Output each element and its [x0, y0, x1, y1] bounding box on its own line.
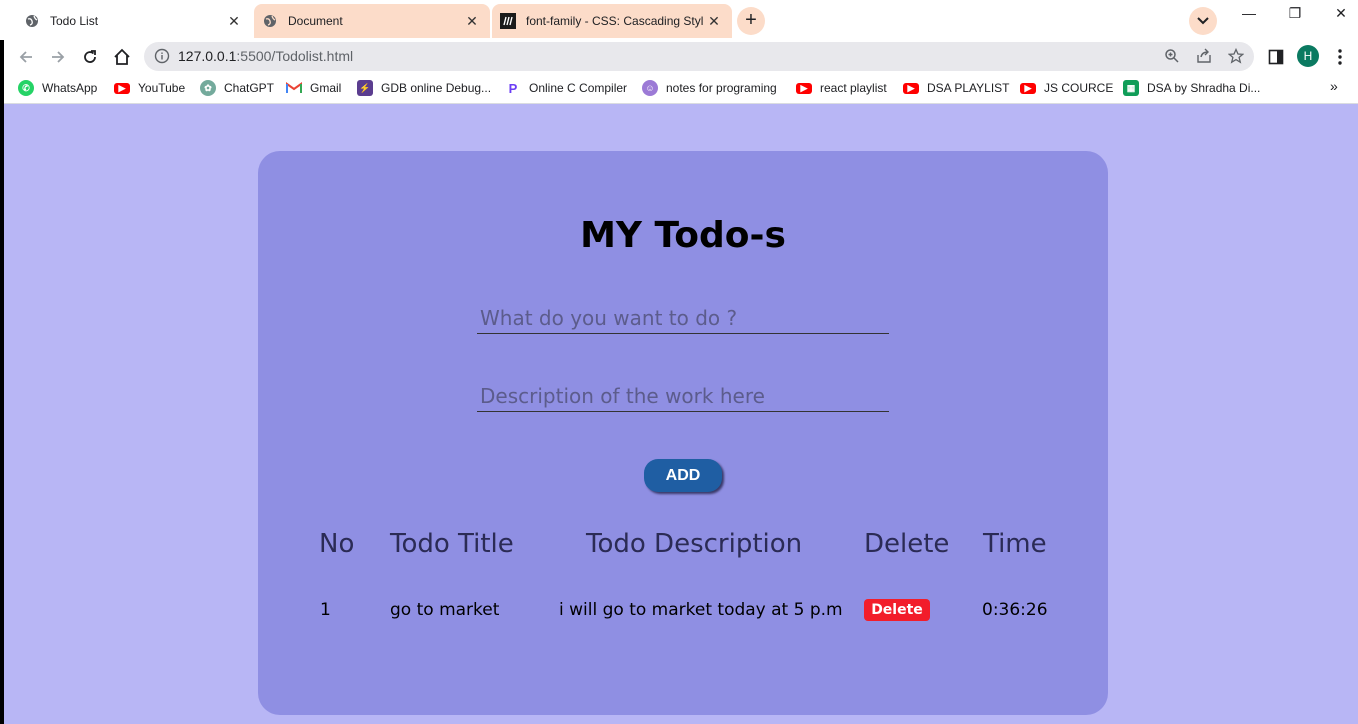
bookmark-label: JS COURCE: [1044, 81, 1114, 95]
row-description: i will go to market today at 5 p.m: [559, 600, 843, 620]
bookmark-chatgpt[interactable]: ✿ ChatGPT: [200, 80, 274, 96]
bookmark-label: notes for programing: [666, 81, 777, 95]
tab-font-family[interactable]: font-family - CSS: Cascading Styl ✕: [492, 4, 732, 38]
reload-icon: [84, 50, 96, 63]
url-text: 127.0.0.1:5500/Todolist.html: [178, 48, 353, 64]
column-header-delete: Delete: [864, 529, 950, 559]
forward-button[interactable]: [46, 45, 70, 69]
close-tab-icon[interactable]: ✕: [226, 13, 242, 29]
minimize-button[interactable]: —: [1226, 0, 1272, 28]
browser-toolbar: 127.0.0.1:5500/Todolist.html H: [0, 42, 1358, 72]
chatgpt-icon: ✿: [200, 80, 216, 96]
window-left-edge: [0, 40, 4, 724]
bookmark-label: DSA by Shradha Di...: [1147, 81, 1261, 95]
tab-todo-list[interactable]: Todo List ✕: [16, 4, 252, 38]
zoom-icon[interactable]: [1163, 47, 1181, 65]
url-host: 127.0.0.1: [178, 48, 237, 64]
programiz-icon: P: [508, 80, 518, 96]
column-header-description: Todo Description: [586, 529, 803, 559]
notes-avatar-icon: ☺: [642, 80, 658, 96]
bookmark-label: GDB online Debug...: [381, 81, 492, 95]
new-tab-button[interactable]: +: [737, 7, 765, 35]
bookmark-label: WhatsApp: [42, 81, 98, 95]
row-number: 1: [320, 600, 331, 620]
bookmark-label: Online C Compiler: [529, 81, 628, 95]
sheets-icon: ▦: [1123, 80, 1139, 96]
column-header-no: No: [319, 529, 355, 559]
arrow-right-icon: [52, 51, 65, 63]
youtube-icon: ▶: [903, 82, 919, 94]
reload-button[interactable]: [78, 45, 102, 69]
tab-strip: Todo List ✕ Document ✕ font-family - CSS…: [0, 0, 1358, 42]
chevron-down-icon: [1197, 17, 1209, 25]
tab-title: font-family - CSS: Cascading Styl: [526, 14, 704, 28]
tab-title: Document: [288, 14, 343, 28]
bookmark-label: Gmail: [310, 81, 342, 95]
mdn-icon: [500, 13, 516, 29]
bookmark-gdb[interactable]: ⚡ GDB online Debug...: [357, 80, 491, 96]
tab-document[interactable]: Document ✕: [254, 4, 490, 38]
bookmark-react-playlist[interactable]: ▶ react playlist: [796, 80, 887, 96]
youtube-icon: ▶: [1020, 82, 1036, 94]
todo-title-input[interactable]: [477, 302, 889, 334]
bookmark-notes[interactable]: ☺ notes for programing: [642, 80, 777, 96]
tab-title: Todo List: [50, 14, 99, 28]
globe-icon: [24, 13, 40, 29]
more-bookmarks-icon[interactable]: »: [1330, 78, 1338, 94]
url-path: :5500/Todolist.html: [236, 48, 354, 64]
bookmark-label: YouTube: [138, 81, 186, 95]
add-button[interactable]: ADD: [644, 459, 722, 492]
gdb-icon: ⚡: [357, 80, 373, 96]
profile-avatar[interactable]: H: [1297, 45, 1319, 67]
youtube-icon: ▶: [796, 82, 812, 94]
row-time: 0:36:26: [982, 600, 1048, 620]
column-header-title: Todo Title: [390, 529, 514, 559]
close-window-button[interactable]: ✕: [1318, 0, 1358, 28]
info-icon[interactable]: [154, 48, 170, 64]
bookmark-label: DSA PLAYLIST: [927, 81, 1010, 95]
side-panel-icon: [1268, 49, 1284, 65]
tab-search-button[interactable]: [1189, 7, 1217, 35]
bookmark-online-c-compiler[interactable]: P Online C Compiler: [505, 80, 627, 96]
close-tab-icon[interactable]: ✕: [706, 13, 722, 29]
bookmark-youtube[interactable]: ▶ YouTube: [114, 80, 185, 96]
menu-button[interactable]: [1328, 45, 1352, 69]
home-button[interactable]: [110, 45, 134, 69]
todo-description-input[interactable]: [477, 380, 889, 412]
bookmark-js-cource[interactable]: ▶ JS COURCE: [1020, 80, 1113, 96]
bookmark-dsa-shradha[interactable]: ▦ DSA by Shradha Di...: [1123, 80, 1260, 96]
restore-button[interactable]: ❐: [1272, 0, 1318, 28]
todo-card: MY Todo-s ADD No Todo Title Todo Descrip…: [258, 151, 1108, 715]
bookmark-dsa-playlist[interactable]: ▶ DSA PLAYLIST: [903, 80, 1009, 96]
address-bar[interactable]: 127.0.0.1:5500/Todolist.html: [144, 42, 1254, 71]
bookmark-label: react playlist: [820, 81, 887, 95]
youtube-icon: ▶: [114, 82, 130, 94]
bookmark-label: ChatGPT: [224, 81, 275, 95]
back-button[interactable]: [14, 45, 38, 69]
bookmark-whatsapp[interactable]: ✆ WhatsApp: [18, 80, 97, 96]
column-header-time: Time: [983, 529, 1047, 559]
gmail-icon: [286, 80, 302, 96]
bookmark-star-icon[interactable]: [1227, 47, 1245, 65]
home-icon: [114, 48, 130, 65]
delete-button[interactable]: Delete: [864, 599, 930, 621]
row-title: go to market: [390, 600, 500, 620]
page-title: MY Todo-s: [580, 215, 786, 256]
share-icon[interactable]: [1195, 47, 1213, 65]
close-tab-icon[interactable]: ✕: [464, 13, 480, 29]
bookmarks-bar: ✆ WhatsApp ▶ YouTube ✿ ChatGPT Gmail ⚡ G…: [0, 72, 1358, 104]
whatsapp-icon: ✆: [18, 80, 34, 96]
bookmark-gmail[interactable]: Gmail: [286, 80, 341, 96]
globe-icon: [262, 13, 278, 29]
side-panel-button[interactable]: [1264, 45, 1288, 69]
more-vert-icon: [1338, 49, 1342, 65]
arrow-left-icon: [19, 51, 32, 63]
